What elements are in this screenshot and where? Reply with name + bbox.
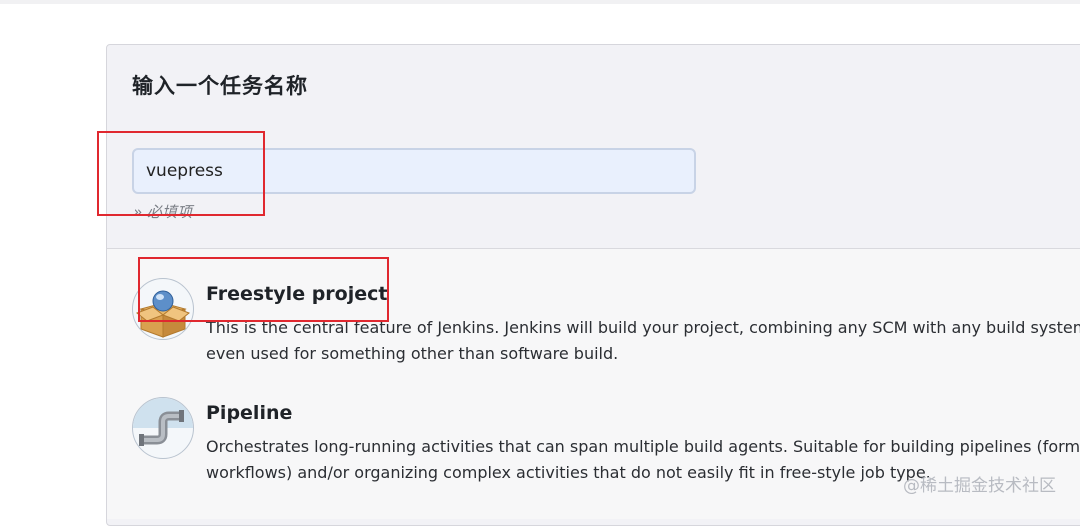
job-type-description: This is the central feature of Jenkins. … bbox=[206, 318, 1080, 363]
job-type-title: Pipeline bbox=[206, 402, 293, 424]
top-bar bbox=[0, 0, 1080, 4]
highlight-box-input bbox=[97, 131, 265, 216]
watermark: @稀土掘金技术社区 bbox=[903, 476, 1056, 496]
pipeline-pipe-icon bbox=[132, 397, 194, 459]
highlight-box-freestyle bbox=[138, 257, 389, 322]
page-title: 输入一个任务名称 bbox=[132, 74, 308, 98]
